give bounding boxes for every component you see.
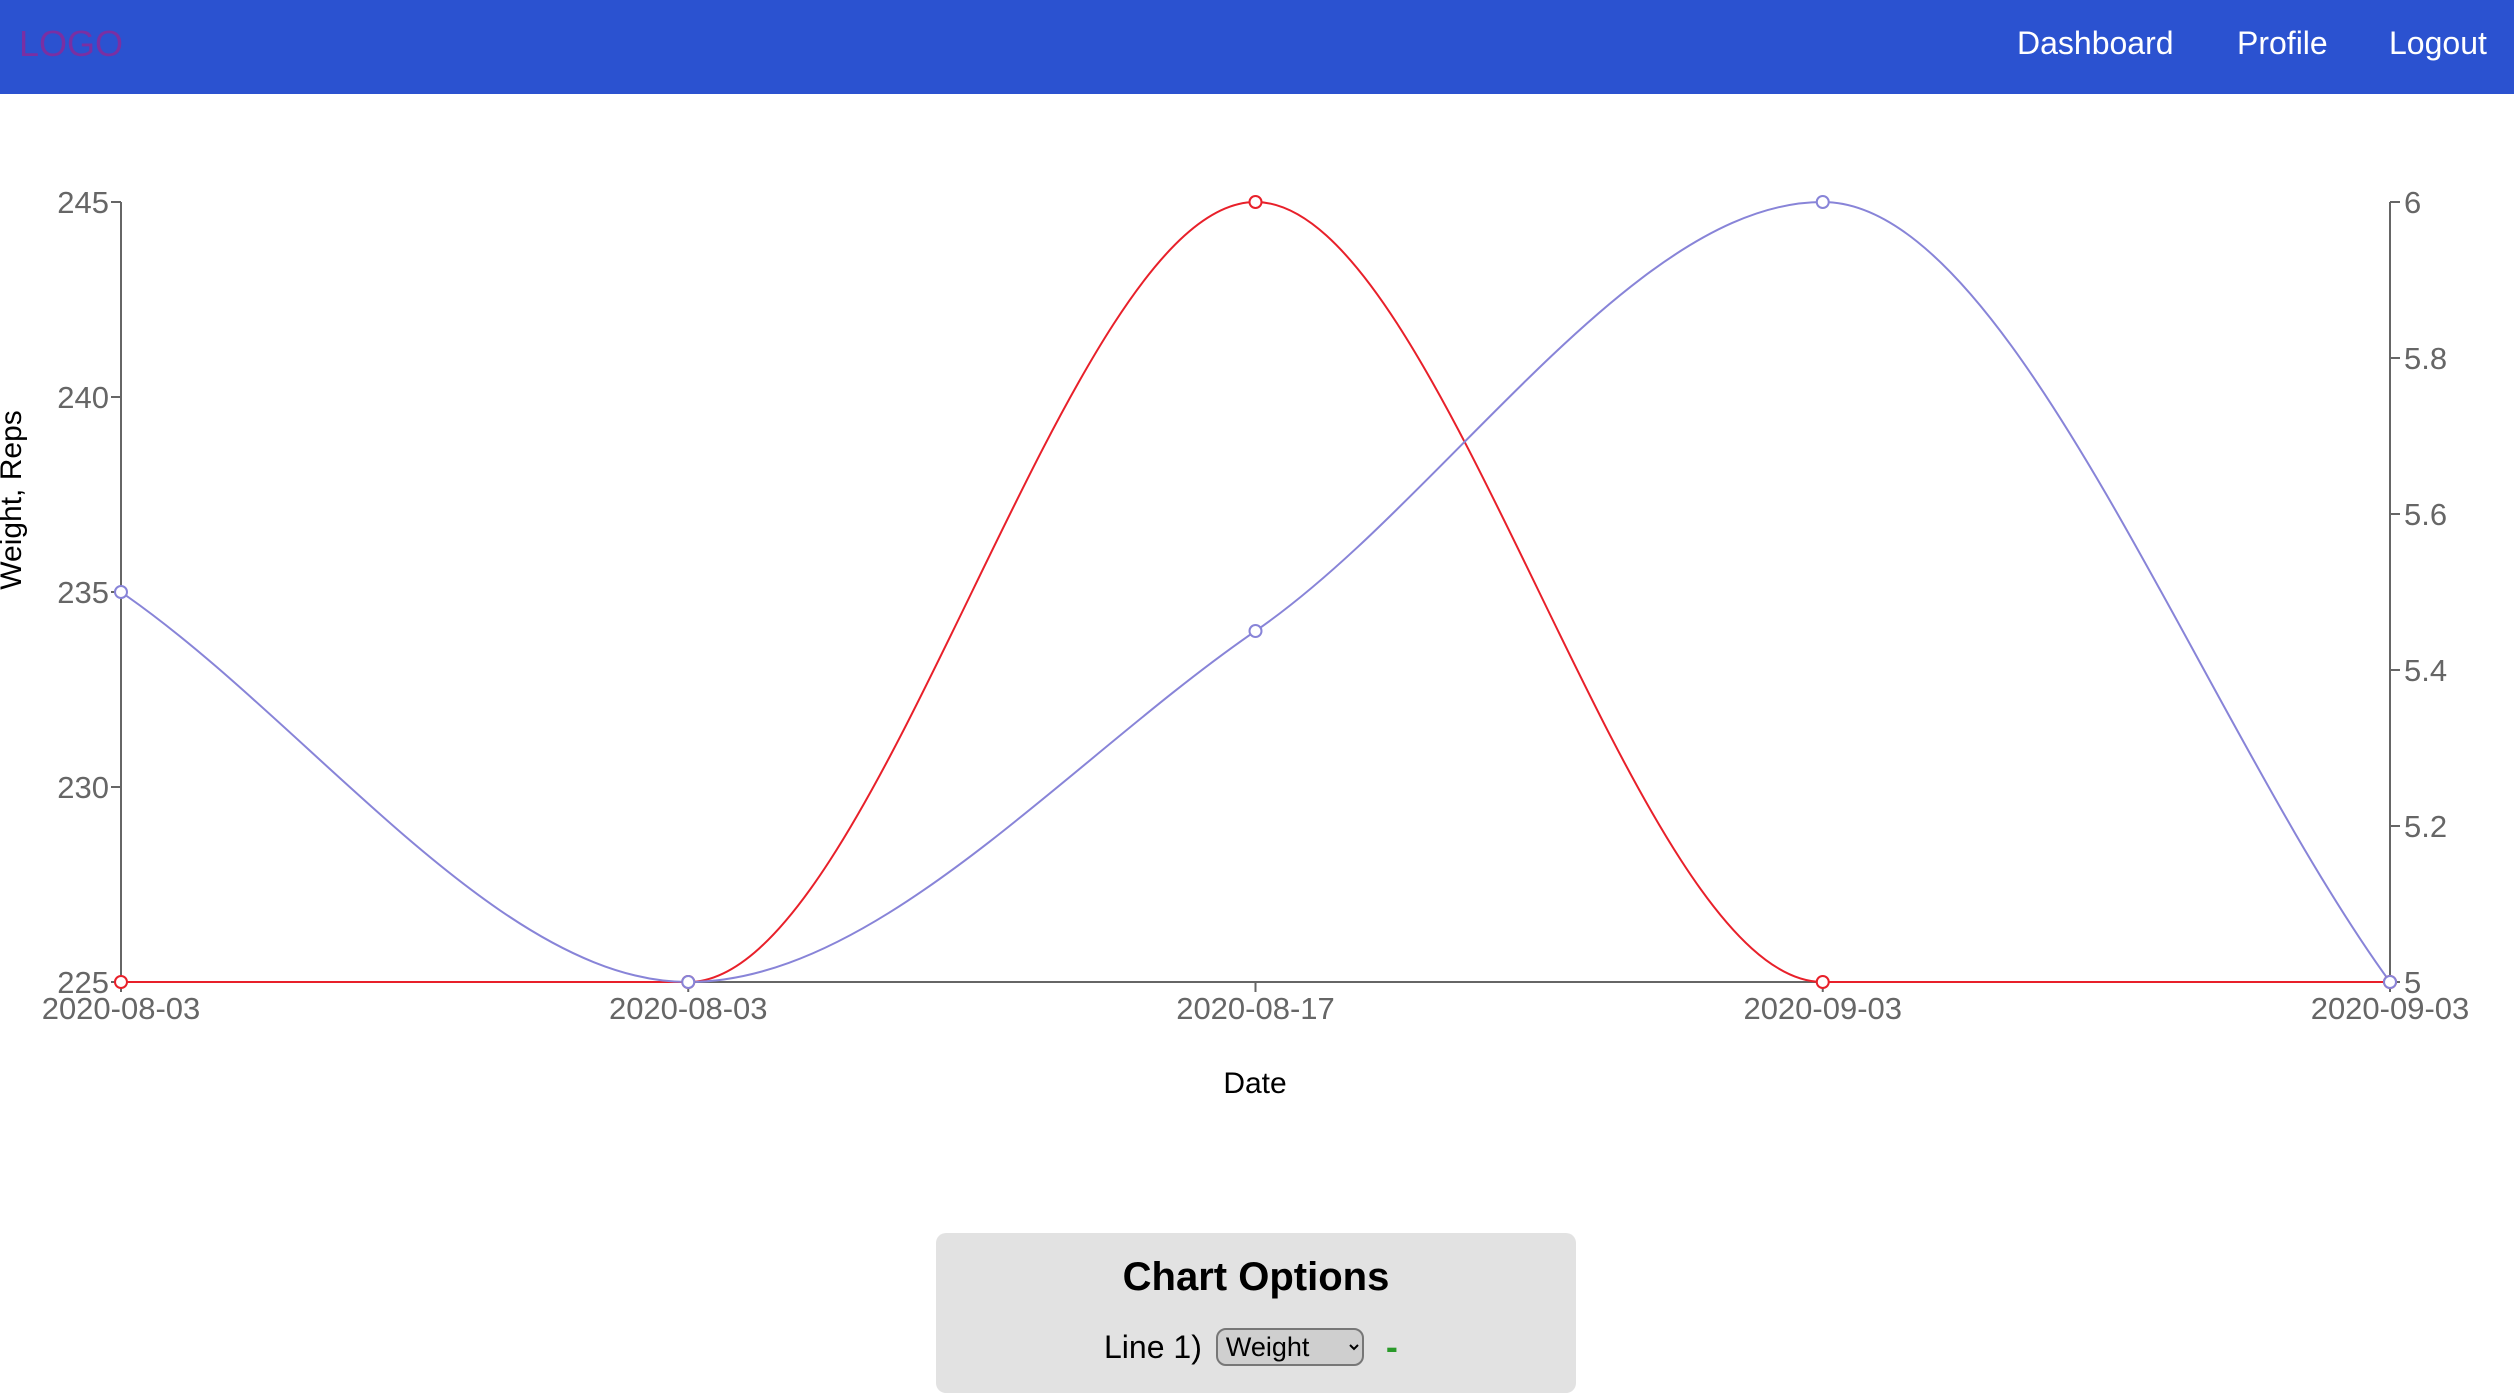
y-right-tick-label: 6 bbox=[2404, 185, 2421, 220]
x-axis-label: Date bbox=[1223, 1067, 1286, 1100]
y-right-tick-label: 5.6 bbox=[2404, 497, 2447, 532]
y-right-tick-label: 5.4 bbox=[2404, 653, 2447, 688]
x-tick-label: 2020-09-03 bbox=[2311, 991, 2470, 1026]
chart-axes: 22523023524024555.25.45.65.862020-08-03 2… bbox=[42, 185, 2470, 1026]
y-axis-label: Weight, Reps bbox=[0, 410, 28, 590]
x-tick-label: 2020-09-03 bbox=[1743, 991, 1902, 1026]
series-2-point bbox=[681, 975, 696, 989]
series-1-point bbox=[1248, 195, 1263, 209]
series-2-point bbox=[1815, 195, 1830, 209]
logo-link[interactable]: LOGO bbox=[19, 22, 123, 66]
series-1-point bbox=[1815, 975, 1830, 989]
y-left-tick-label: 230 bbox=[57, 770, 109, 805]
series-1-line bbox=[120, 200, 2390, 984]
series-2-line bbox=[120, 200, 2391, 984]
y-left-tick-label: 245 bbox=[57, 185, 109, 220]
y-right-tick-label: 5.2 bbox=[2404, 809, 2447, 844]
nav-link-dashboard[interactable]: Dashboard bbox=[2017, 21, 2174, 65]
line-option-label: Line 1) bbox=[1104, 1328, 1202, 1365]
chart-options-panel: Chart Options Line 1) Weight - bbox=[936, 1233, 1576, 1393]
y-left-tick-label: 240 bbox=[57, 380, 109, 415]
x-tick-label: 2020-08-03 bbox=[42, 991, 201, 1026]
chart-dots bbox=[114, 195, 2397, 989]
navbar: LOGO Dashboard Profile Logout bbox=[0, 0, 2514, 94]
line-chart: 22523023524024555.25.45.65.862020-08-03 2… bbox=[0, 185, 2470, 1100]
x-tick-label: 2020-08-17 bbox=[1176, 991, 1335, 1026]
series-2-point bbox=[114, 585, 128, 599]
y-left-tick-label: 235 bbox=[57, 575, 109, 610]
chart-lines bbox=[120, 200, 2391, 984]
line-option-row: Line 1) Weight - bbox=[1104, 1325, 1398, 1369]
remove-line-button[interactable]: - bbox=[1386, 1326, 1398, 1368]
series-1-point bbox=[114, 975, 128, 989]
nav-link-logout[interactable]: Logout bbox=[2389, 21, 2487, 65]
line-metric-select[interactable]: Weight bbox=[1215, 1328, 1364, 1366]
chart-options-title: Chart Options bbox=[1122, 1255, 1390, 1299]
series-2-point bbox=[1248, 624, 1263, 638]
x-tick-label: 2020-08-03 bbox=[609, 991, 768, 1026]
series-2-point bbox=[2383, 975, 2397, 989]
nav-link-profile[interactable]: Profile bbox=[2237, 21, 2328, 65]
y-right-tick-label: 5.8 bbox=[2404, 341, 2447, 376]
